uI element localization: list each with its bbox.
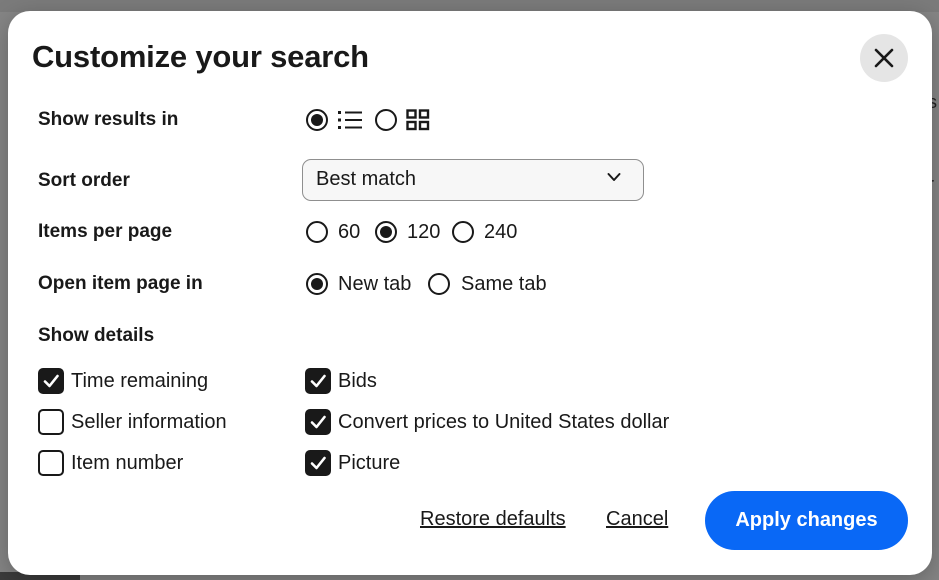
new-tab-label: New tab <box>338 273 412 295</box>
checkbox-bids[interactable] <box>305 368 331 394</box>
per-page-120-label: 120 <box>407 221 441 243</box>
dialog-title: Customize your search <box>32 39 369 74</box>
checkmark-icon <box>310 456 326 470</box>
convert-prices-label: Convert prices to United States dollar <box>338 411 670 433</box>
radio-same-tab[interactable] <box>428 273 450 295</box>
per-page-240-label: 240 <box>484 221 518 243</box>
time-remaining-label: Time remaining <box>71 370 209 392</box>
per-page-60-label: 60 <box>338 221 361 243</box>
checkmark-icon <box>310 374 326 388</box>
details-label: Show details <box>38 325 155 346</box>
cancel-link[interactable]: Cancel <box>606 508 668 531</box>
checkbox-time-remaining[interactable] <box>38 368 64 394</box>
item-number-label: Item number <box>71 452 184 474</box>
sort-label: Sort order <box>38 170 130 191</box>
close-button[interactable] <box>860 34 908 82</box>
radio-per-page-240[interactable] <box>452 221 474 243</box>
radio-new-tab[interactable] <box>306 273 328 295</box>
checkbox-convert-prices[interactable] <box>305 409 331 435</box>
sort-order-select[interactable]: Best match <box>302 159 644 201</box>
open-in-label: Open item page in <box>38 273 203 294</box>
bids-label: Bids <box>338 370 377 392</box>
chevron-down-icon <box>607 173 621 181</box>
per-page-label: Items per page <box>38 221 173 242</box>
checkbox-seller-information[interactable] <box>38 409 64 435</box>
view-label: Show results in <box>38 109 179 130</box>
grid-view-icon <box>406 109 430 131</box>
checkbox-item-number[interactable] <box>38 450 64 476</box>
radio-grid-view[interactable] <box>375 109 397 131</box>
sort-order-value: Best match <box>316 168 417 190</box>
customize-search-dialog: Customize your search Show results in So… <box>8 11 932 575</box>
list-view-icon <box>338 111 362 129</box>
close-icon <box>874 48 894 68</box>
radio-per-page-60[interactable] <box>306 221 328 243</box>
checkmark-icon <box>310 415 326 429</box>
same-tab-label: Same tab <box>461 273 547 295</box>
seller-information-label: Seller information <box>71 411 227 433</box>
restore-defaults-link[interactable]: Restore defaults <box>420 508 566 531</box>
radio-per-page-120[interactable] <box>375 221 397 243</box>
checkmark-icon <box>43 374 59 388</box>
checkbox-picture[interactable] <box>305 450 331 476</box>
apply-changes-button[interactable]: Apply changes <box>705 491 908 550</box>
radio-list-view[interactable] <box>306 109 328 131</box>
picture-label: Picture <box>338 452 401 474</box>
